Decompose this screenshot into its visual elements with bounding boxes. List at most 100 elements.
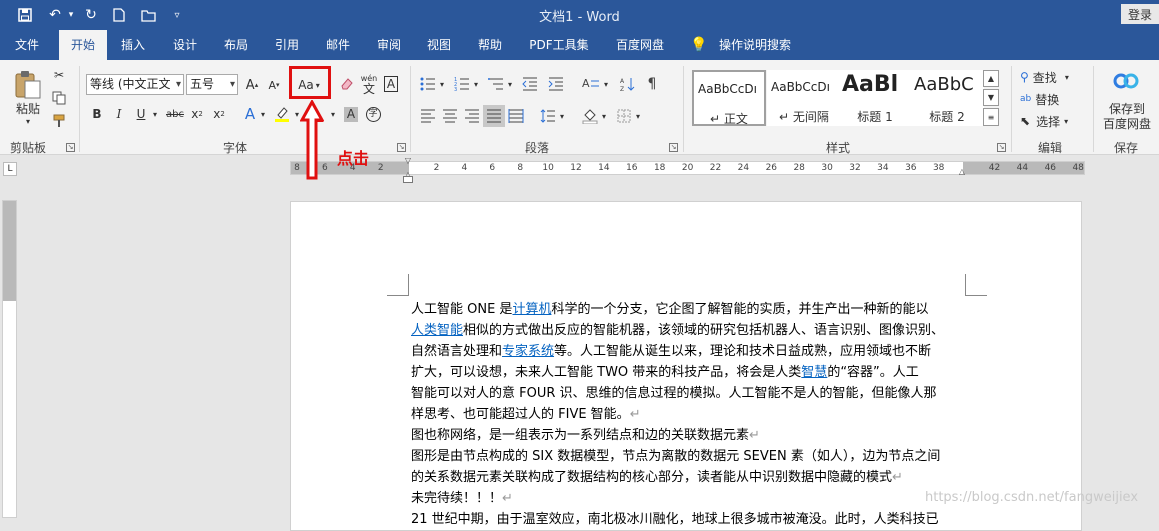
copy-icon[interactable]	[50, 89, 68, 107]
multilevel-list-icon[interactable]	[486, 74, 506, 94]
select-button[interactable]: ⬉ 选择 ▾	[1020, 112, 1090, 130]
hyperlink[interactable]: 计算机	[512, 302, 551, 317]
borders-icon[interactable]	[614, 106, 634, 126]
paragraph-line[interactable]: 图形是由节点构成的 SIX 数据模型，节点为离散的数据元 SEVEN 素（如人）…	[411, 446, 966, 467]
sort-icon[interactable]: AZ	[618, 74, 638, 94]
highlight-color-icon[interactable]	[272, 104, 292, 124]
line-spacing-icon[interactable]	[538, 106, 558, 126]
hyperlink[interactable]: 人类智能	[411, 323, 463, 338]
increase-indent-icon[interactable]	[546, 74, 566, 94]
tab-baidu-netdisk[interactable]: 百度网盘	[608, 30, 672, 60]
styles-scroll-up-icon[interactable]: ▲	[983, 70, 999, 87]
numbering-dropdown-icon[interactable]: ▾	[472, 74, 480, 94]
document-body[interactable]: 人工智能 ONE 是计算机科学的一个分支，它企图了解智能的实质，并生产出一种新的…	[411, 299, 966, 530]
cut-icon[interactable]: ✂	[50, 66, 68, 84]
bold-icon[interactable]: B	[88, 104, 106, 124]
tell-me-search[interactable]: 操作说明搜索	[712, 30, 798, 60]
tab-pdf-tools[interactable]: PDF工具集	[524, 30, 594, 60]
paragraph-line[interactable]: 智能可以对人的意 FOUR 识、思维的信息过程的模拟。人工智能不是人的智能，但能…	[411, 383, 966, 404]
style-heading-1[interactable]: AaBl 标题 1	[838, 70, 912, 126]
bullets-dropdown-icon[interactable]: ▾	[438, 74, 446, 94]
save-to-netdisk-label-1[interactable]: 保存到	[1098, 101, 1156, 116]
find-button[interactable]: ⚲ 查找 ▾	[1020, 68, 1090, 86]
font-name-combo[interactable]: 等线 (中文正文 ▾	[86, 74, 184, 95]
document-page[interactable]: 人工智能 ONE 是计算机科学的一个分支，它企图了解智能的实质，并生产出一种新的…	[290, 201, 1082, 531]
justify-icon[interactable]	[483, 105, 505, 127]
paragraph-line[interactable]: 的关系数据元素关联构成了数据结构的核心部分，读者能从中识别数据中隐藏的模式↵	[411, 467, 966, 488]
right-indent-marker[interactable]: △	[957, 167, 967, 176]
tab-insert[interactable]: 插入	[112, 30, 154, 60]
numbering-icon[interactable]: 123	[452, 74, 472, 94]
text-effects-dropdown-icon[interactable]: ▾	[258, 104, 268, 124]
grow-font-icon[interactable]: A ▴	[243, 75, 261, 95]
tab-selector-icon[interactable]: L	[3, 162, 17, 176]
strikethrough-icon[interactable]: abc	[164, 104, 186, 124]
paragraph-launcher-icon[interactable]: ↘	[669, 143, 678, 152]
tab-design[interactable]: 设计	[164, 30, 206, 60]
replace-button[interactable]: ab 替换	[1020, 90, 1090, 108]
distributed-icon[interactable]	[506, 106, 526, 126]
paste-dropdown-icon[interactable]: ▾	[22, 116, 34, 126]
vertical-ruler[interactable]	[2, 200, 17, 518]
paste-icon[interactable]	[12, 68, 44, 100]
shading-dropdown-icon[interactable]: ▾	[600, 106, 608, 126]
line-spacing-dropdown-icon[interactable]: ▾	[558, 106, 566, 126]
save-to-netdisk-label-2[interactable]: 百度网盘	[1098, 116, 1156, 131]
left-indent-marker[interactable]	[403, 176, 413, 183]
clear-formatting-icon[interactable]	[337, 74, 357, 94]
borders-dropdown-icon[interactable]: ▾	[634, 106, 642, 126]
tab-help[interactable]: 帮助	[469, 30, 511, 60]
chinese-layout-icon[interactable]: A	[580, 74, 602, 94]
align-center-icon[interactable]	[440, 106, 460, 126]
tab-view[interactable]: 视图	[418, 30, 460, 60]
decrease-indent-icon[interactable]	[520, 74, 540, 94]
paragraph-line[interactable]: 21 世纪中期，由于温室效应，南北极冰川融化，地球上很多城市被淹没。此时，人类科…	[411, 509, 966, 530]
show-marks-icon[interactable]: ¶	[642, 74, 662, 94]
style-normal[interactable]: AaBbCcDı ↵ 正文	[692, 70, 766, 126]
phonetic-guide-icon[interactable]: wén 文	[359, 72, 379, 96]
subscript-icon[interactable]: x2	[188, 104, 206, 124]
align-right-icon[interactable]	[462, 106, 482, 126]
paragraph-line[interactable]: 人工智能 ONE 是计算机科学的一个分支，它企图了解智能的实质，并生产出一种新的…	[411, 299, 966, 320]
first-line-indent-marker[interactable]: ▽	[403, 156, 413, 165]
paragraph-line[interactable]: 图也称网络，是一组表示为一系列结点和边的关联数据元素↵	[411, 425, 966, 446]
style-no-spacing[interactable]: AaBbCcDı ↵ 无间隔	[767, 70, 841, 126]
format-painter-icon[interactable]	[50, 112, 68, 130]
styles-more-icon[interactable]: ≡	[983, 108, 999, 126]
paragraph-line[interactable]: 人类智能相似的方式做出反应的智能机器，该领域的研究包括机器人、语言识别、图像识别…	[411, 320, 966, 341]
hyperlink[interactable]: 智慧	[801, 365, 827, 380]
tab-references[interactable]: 引用	[266, 30, 308, 60]
paragraph-line[interactable]: 样思考、也可能超过人的 FIVE 智能。↵	[411, 404, 966, 425]
shrink-font-icon[interactable]: A ▾	[265, 75, 283, 95]
style-heading-2[interactable]: AaBbC 标题 2	[910, 70, 984, 126]
character-border-icon[interactable]: A	[382, 74, 400, 94]
clipboard-launcher-icon[interactable]: ↘	[66, 143, 75, 152]
bullets-icon[interactable]	[418, 74, 438, 94]
underline-dropdown-icon[interactable]: ▾	[150, 104, 160, 124]
underline-icon[interactable]: U	[132, 104, 150, 124]
chinese-layout-dropdown-icon[interactable]: ▾	[602, 74, 610, 94]
tab-file[interactable]: 文件	[4, 30, 50, 60]
font-launcher-icon[interactable]: ↘	[397, 143, 406, 152]
paragraph-line[interactable]: 自然语言处理和专家系统等。人工智能从诞生以来，理论和技术日益成熟，应用领域也不断	[411, 341, 966, 362]
multilevel-dropdown-icon[interactable]: ▾	[506, 74, 514, 94]
tab-mailings[interactable]: 邮件	[317, 30, 359, 60]
text-effects-icon[interactable]: A	[240, 104, 260, 124]
tab-home[interactable]: 开始	[59, 30, 107, 60]
paste-button[interactable]: 粘贴	[12, 100, 44, 116]
tab-review[interactable]: 审阅	[368, 30, 410, 60]
superscript-icon[interactable]: x2	[210, 104, 228, 124]
character-shading-icon[interactable]: A	[342, 104, 360, 124]
paragraph-line[interactable]: 扩大，可以设想，未来人工智能 TWO 带来的科技产品，将会是人类智慧的“容器”。…	[411, 362, 966, 383]
enclose-characters-icon[interactable]: 字	[364, 104, 382, 124]
align-left-icon[interactable]	[418, 106, 438, 126]
font-color-dropdown-icon[interactable]: ▾	[328, 104, 338, 124]
login-button[interactable]: 登录	[1121, 4, 1159, 24]
tab-layout[interactable]: 布局	[215, 30, 257, 60]
styles-launcher-icon[interactable]: ↘	[997, 143, 1006, 152]
italic-icon[interactable]: I	[110, 104, 128, 124]
baidu-netdisk-icon[interactable]	[1112, 68, 1140, 94]
hyperlink[interactable]: 专家系统	[502, 344, 554, 359]
styles-scroll-down-icon[interactable]: ▼	[983, 89, 999, 106]
paragraph-line[interactable]: 未完待续！！！↵	[411, 488, 966, 509]
